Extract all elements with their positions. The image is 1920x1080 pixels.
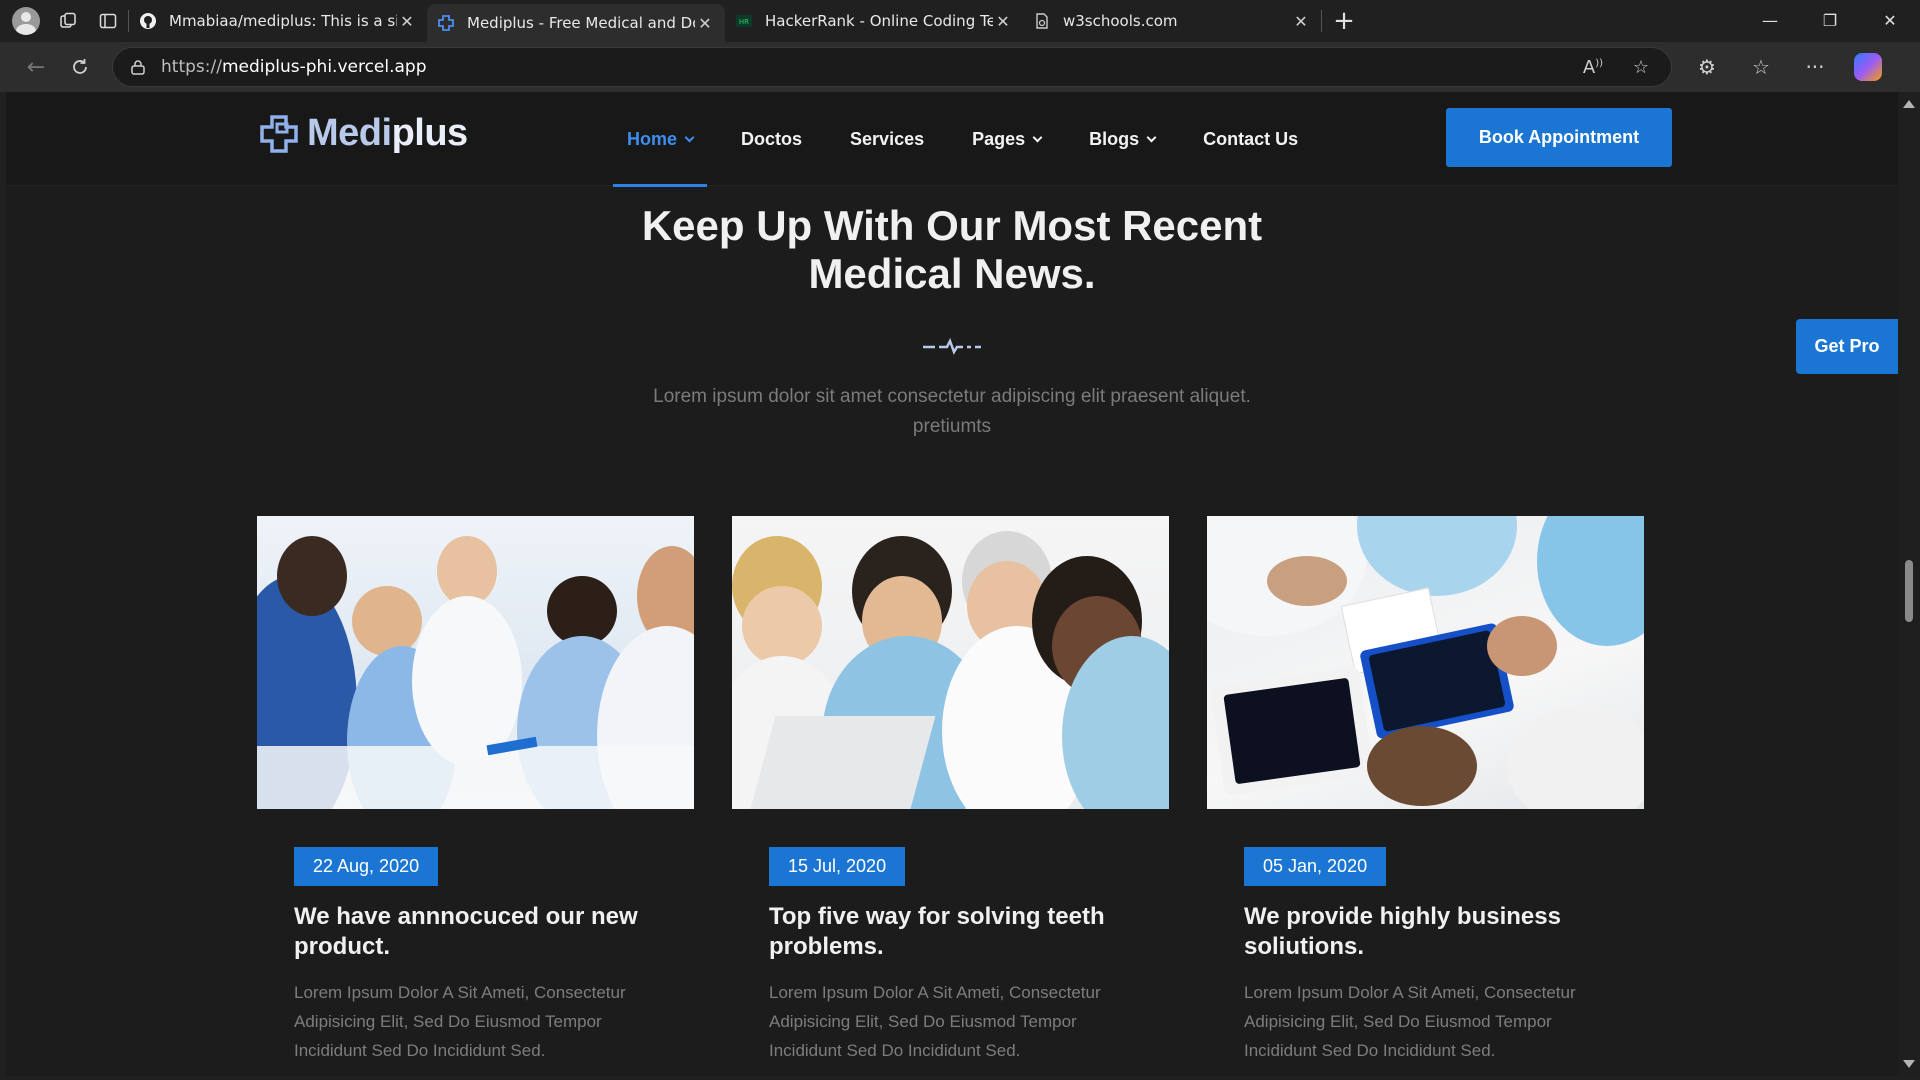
news-card[interactable]: 15 Jul, 2020 Top five way for solving te… — [732, 516, 1169, 1065]
news-card[interactable]: 05 Jan, 2020 We provide highly business … — [1207, 516, 1644, 1065]
news-excerpt: Lorem Ipsum Dolor A Sit Ameti, Consectet… — [1244, 983, 1576, 1060]
url-scheme: https:// — [161, 57, 222, 77]
read-aloud-icon[interactable]: A)) — [1569, 57, 1617, 78]
tab-mediplus[interactable]: Mediplus - Free Medical and Doct ✕ — [427, 4, 725, 42]
minimize-icon[interactable]: — — [1740, 0, 1800, 42]
nav-home-label: Home — [627, 128, 678, 149]
new-tab-icon[interactable]: + — [1322, 0, 1366, 42]
section-title: Keep Up With Our Most Recent Medical New… — [552, 202, 1352, 298]
browser-tab-bar: Mmabiaa/mediplus: This is a simp ✕ Medip… — [0, 0, 1920, 42]
mediplus-icon — [437, 14, 455, 32]
nav-contact[interactable]: Contact Us — [1189, 92, 1312, 186]
tab-github[interactable]: Mmabiaa/mediplus: This is a simp ✕ — [129, 0, 427, 42]
chevron-down-icon — [1146, 132, 1157, 142]
extensions-icon[interactable]: ⚙ — [1680, 55, 1734, 79]
github-icon — [139, 12, 157, 30]
news-card[interactable]: 22 Aug, 2020 We have annnocuced our new … — [257, 516, 694, 1065]
url-host: mediplus-phi.vercel.app — [221, 57, 427, 77]
workspaces-icon[interactable] — [48, 0, 88, 42]
page-viewport: Mediplus Home Doctos Services Pages Blog… — [6, 92, 1898, 1076]
news-title[interactable]: We have annnocuced our new product. — [294, 902, 657, 962]
vertical-tabs-icon[interactable] — [88, 0, 128, 42]
address-toolbar: ← https:// mediplus-phi.vercel.app A)) ☆… — [0, 42, 1920, 92]
section-title-line2: Medical News. — [808, 250, 1096, 297]
section-subtitle-line1: Lorem ipsum dolor sit amet consectetur a… — [653, 386, 1251, 407]
book-appointment-button[interactable]: Book Appointment — [1446, 108, 1672, 167]
close-tab-icon[interactable]: ✕ — [993, 12, 1013, 31]
main-nav: Home Doctos Services Pages Blogs Contact… — [613, 92, 1332, 187]
medical-cross-icon — [259, 114, 299, 154]
nav-blogs-label: Blogs — [1089, 128, 1140, 149]
nav-pages-label: Pages — [972, 128, 1026, 149]
get-pro-button[interactable]: Get Pro — [1796, 319, 1898, 374]
close-window-icon[interactable]: ✕ — [1860, 0, 1920, 42]
site-logo[interactable]: Mediplus — [259, 112, 468, 155]
news-date: 15 Jul, 2020 — [769, 847, 906, 886]
close-tab-icon[interactable]: ✕ — [695, 14, 715, 33]
back-icon[interactable]: ← — [14, 47, 58, 87]
address-bar[interactable]: https:// mediplus-phi.vercel.app A)) ☆ — [112, 47, 1672, 87]
favorites-icon[interactable]: ☆ — [1734, 55, 1788, 79]
chevron-down-icon — [684, 132, 695, 142]
news-image-team-meeting[interactable] — [257, 516, 694, 809]
restore-icon[interactable]: ❐ — [1800, 0, 1860, 42]
page-icon — [1033, 12, 1051, 30]
tab-title: w3schools.com — [1063, 12, 1178, 30]
tab-title: Mediplus - Free Medical and Doct — [467, 14, 695, 32]
logo-suffix: plus — [391, 112, 469, 154]
nav-pages[interactable]: Pages — [958, 92, 1055, 186]
section-subtitle: Lorem ipsum dolor sit amet consectetur a… — [602, 382, 1302, 442]
news-title[interactable]: We provide highly business soliutions. — [1244, 902, 1607, 962]
scrollbar-thumb[interactable] — [1905, 560, 1913, 622]
tab-title: Mmabiaa/mediplus: This is a simp — [169, 12, 397, 30]
page-scrollbar[interactable] — [1898, 92, 1920, 1076]
svg-text:HR: HR — [739, 18, 749, 26]
nav-contact-label: Contact Us — [1203, 128, 1299, 149]
copilot-icon[interactable] — [1854, 53, 1882, 81]
news-image-doctors-laptop[interactable] — [732, 516, 1169, 809]
more-menu-icon[interactable]: ··· — [1788, 55, 1842, 79]
favorite-star-icon[interactable]: ☆ — [1617, 57, 1665, 78]
nav-home[interactable]: Home — [613, 92, 708, 187]
section-subtitle-line2: pretiumts — [912, 416, 992, 437]
window-controls: — ❐ ✕ — [1740, 0, 1920, 42]
profile-avatar[interactable] — [12, 7, 40, 35]
site-header: Mediplus Home Doctos Services Pages Blog… — [6, 92, 1898, 187]
nav-doctors[interactable]: Doctos — [727, 92, 816, 186]
tab-hackerrank[interactable]: HR HackerRank - Online Coding Test: ✕ — [725, 0, 1023, 42]
tab-w3schools[interactable]: w3schools.com ✕ — [1023, 0, 1321, 42]
scroll-down-icon[interactable] — [1903, 1060, 1915, 1068]
refresh-icon[interactable] — [58, 47, 102, 87]
heartbeat-divider-icon — [921, 337, 983, 357]
lock-icon[interactable] — [131, 59, 145, 75]
news-date: 05 Jan, 2020 — [1244, 847, 1387, 886]
news-excerpt: Lorem Ipsum Dolor A Sit Ameti, Consectet… — [769, 983, 1101, 1060]
nav-blogs[interactable]: Blogs — [1075, 92, 1169, 186]
logo-prefix: Medi — [307, 112, 392, 154]
news-date: 22 Aug, 2020 — [294, 847, 439, 886]
hackerrank-icon: HR — [735, 12, 753, 30]
close-tab-icon[interactable]: ✕ — [397, 12, 417, 31]
chevron-down-icon — [1032, 132, 1043, 142]
news-cards: 22 Aug, 2020 We have annnocuced our new … — [257, 516, 1644, 1065]
news-excerpt: Lorem Ipsum Dolor A Sit Ameti, Consectet… — [294, 983, 626, 1060]
nav-services[interactable]: Services — [836, 92, 938, 186]
news-image-tablets-table[interactable] — [1207, 516, 1644, 809]
close-tab-icon[interactable]: ✕ — [1291, 12, 1311, 31]
nav-services-label: Services — [850, 128, 925, 149]
scroll-up-icon[interactable] — [1903, 100, 1915, 108]
news-title[interactable]: Top five way for solving teeth problems. — [769, 902, 1132, 962]
section-title-line1: Keep Up With Our Most Recent — [641, 202, 1263, 249]
tab-title: HackerRank - Online Coding Test: — [765, 12, 993, 30]
nav-doctors-label: Doctos — [741, 128, 803, 149]
